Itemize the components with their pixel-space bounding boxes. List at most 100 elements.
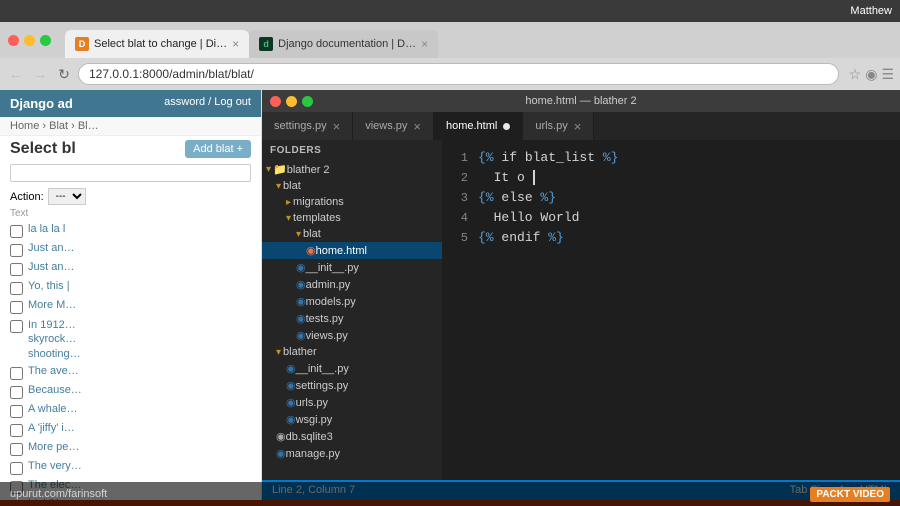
list-item-11[interactable]: More pe… xyxy=(0,439,261,458)
editor-tab-settings-close[interactable]: × xyxy=(333,120,341,133)
filetree-label-admin: admin.py xyxy=(306,279,351,291)
list-item-6[interactable]: In 1912…skyrock…shooting… xyxy=(0,316,261,363)
forward-button[interactable]: → xyxy=(30,64,50,84)
menu-bar: Matthew xyxy=(0,0,900,22)
breadcrumb-text: Home › Blat › Bl… xyxy=(10,120,99,132)
address-bar[interactable]: 127.0.0.1:8000/admin/blat/blat/ xyxy=(78,63,839,85)
list-item-link-5[interactable]: More M… xyxy=(28,299,76,311)
filetree-blather2[interactable]: ▾ 📁 blather 2 xyxy=(262,161,442,178)
filetree-templates[interactable]: ▾ templates xyxy=(262,210,442,226)
menu-icon[interactable]: ☰ xyxy=(881,66,894,83)
list-item-4[interactable]: Yo, this | xyxy=(0,278,261,297)
list-item-9[interactable]: A whale… xyxy=(0,401,261,420)
bookmark-icon[interactable]: ☆ xyxy=(849,66,862,83)
list-item-checkbox-5[interactable] xyxy=(10,301,23,314)
editor-tab-urls[interactable]: urls.py × xyxy=(523,112,594,140)
filetree-label-tests: tests.py xyxy=(306,313,344,325)
list-item-checkbox-3[interactable] xyxy=(10,263,23,276)
filetree-sqlite[interactable]: ◉ db.sqlite3 xyxy=(262,428,442,445)
list-item-link-11[interactable]: More pe… xyxy=(28,441,79,453)
add-blat-button[interactable]: Add blat + xyxy=(185,140,251,158)
list-item-10[interactable]: A 'jiffy' i… xyxy=(0,420,261,439)
search-input[interactable] xyxy=(10,164,251,182)
editor-tabs: settings.py × views.py × home.html urls.… xyxy=(262,112,900,140)
line-num-4: 4 xyxy=(442,208,478,228)
code-editor[interactable]: 1 {% if blat_list %} 2 It o 3 {% else %} xyxy=(442,140,900,480)
list-item-link-6[interactable]: In 1912…skyrock…shooting… xyxy=(28,318,81,361)
list-item-link-1[interactable]: la la la l xyxy=(28,223,65,235)
list-item-8[interactable]: Because… xyxy=(0,382,261,401)
list-item-link-9[interactable]: A whale… xyxy=(28,403,78,415)
django-user-links: assword / Log out xyxy=(164,96,251,108)
list-item-2[interactable]: Just an… xyxy=(0,240,261,259)
filetree-arrow-blat-folder: ▾ xyxy=(296,229,301,240)
list-item-1[interactable]: la la la l xyxy=(0,221,261,240)
filetree-blat[interactable]: ▾ blat xyxy=(262,178,442,194)
editor-tab-views[interactable]: views.py × xyxy=(353,112,434,140)
filetree-label-manage: manage.py xyxy=(286,448,340,460)
editor-close-button[interactable] xyxy=(270,96,281,107)
filetree-tests[interactable]: ◉ tests.py xyxy=(262,310,442,327)
filetree-admin[interactable]: ◉ admin.py xyxy=(262,276,442,293)
line-num-2: 2 xyxy=(442,168,478,188)
list-item-checkbox-12[interactable] xyxy=(10,462,23,475)
filetree-urls[interactable]: ◉ urls.py xyxy=(262,394,442,411)
filetree-init-blather[interactable]: ◉ __init__.py xyxy=(262,360,442,377)
browser-tab-2[interactable]: d Django documentation | D… × xyxy=(249,30,438,58)
filetree-home-html[interactable]: ◉ home.html xyxy=(262,242,442,259)
list-item-checkbox-9[interactable] xyxy=(10,405,23,418)
close-button[interactable] xyxy=(8,35,19,46)
filetree-views-blat[interactable]: ◉ views.py xyxy=(262,327,442,344)
editor-tab-urls-close[interactable]: × xyxy=(574,120,582,133)
editor-maximize-button[interactable] xyxy=(302,96,313,107)
type-label: Text xyxy=(0,208,261,219)
desktop: Matthew D Select blat to change | Di… × … xyxy=(0,0,900,506)
action-select[interactable]: --- xyxy=(48,188,86,205)
list-item-12[interactable]: The very… xyxy=(0,458,261,477)
filetree-label-init-blather: __init__.py xyxy=(296,363,349,375)
security-icon[interactable]: ◉ xyxy=(865,66,877,83)
list-item-checkbox-2[interactable] xyxy=(10,244,23,257)
filetree-blat-folder[interactable]: ▾ blat xyxy=(262,226,442,242)
list-item-link-12[interactable]: The very… xyxy=(28,460,82,472)
list-item-5[interactable]: More M… xyxy=(0,297,261,316)
filetree-models[interactable]: ◉ models.py xyxy=(262,293,442,310)
list-item-checkbox-7[interactable] xyxy=(10,367,23,380)
list-item-checkbox-11[interactable] xyxy=(10,443,23,456)
list-item-link-8[interactable]: Because… xyxy=(28,384,82,396)
filetree-label-blat-folder: blat xyxy=(303,228,321,240)
filetree-manage[interactable]: ◉ manage.py xyxy=(262,445,442,462)
tab-close-1[interactable]: × xyxy=(232,37,239,51)
editor-tab-home-modified xyxy=(503,123,510,130)
maximize-button[interactable] xyxy=(40,35,51,46)
list-item-checkbox-6[interactable] xyxy=(10,320,23,333)
filetree-wsgi[interactable]: ◉ wsgi.py xyxy=(262,411,442,428)
back-button[interactable]: ← xyxy=(6,64,26,84)
filetree-migrations[interactable]: ▸ migrations xyxy=(262,194,442,210)
action-label: Action: xyxy=(10,191,44,203)
list-item-7[interactable]: The ave… xyxy=(0,363,261,382)
filetree-label-settings: settings.py xyxy=(296,380,349,392)
filetree-blather[interactable]: ▾ blather xyxy=(262,344,442,360)
list-item-checkbox-8[interactable] xyxy=(10,386,23,399)
editor-tab-home[interactable]: home.html xyxy=(434,112,523,140)
list-item-3[interactable]: Just an… xyxy=(0,259,261,278)
list-item-link-4[interactable]: Yo, this | xyxy=(28,280,70,292)
browser-tab-1[interactable]: D Select blat to change | Di… × xyxy=(65,30,249,58)
list-item-link-10[interactable]: A 'jiffy' i… xyxy=(28,422,75,434)
editor-tab-views-close[interactable]: × xyxy=(413,120,421,133)
tab-close-2[interactable]: × xyxy=(421,37,428,51)
filetree-init-blat[interactable]: ◉ __init__.py xyxy=(262,259,442,276)
list-item-checkbox-10[interactable] xyxy=(10,424,23,437)
editor-minimize-button[interactable] xyxy=(286,96,297,107)
list-item-checkbox-1[interactable] xyxy=(10,225,23,238)
list-item-link-2[interactable]: Just an… xyxy=(28,242,74,254)
list-item-link-3[interactable]: Just an… xyxy=(28,261,74,273)
minimize-button[interactable] xyxy=(24,35,35,46)
filetree-icon-init-blather: ◉ xyxy=(286,362,296,375)
editor-tab-settings[interactable]: settings.py × xyxy=(262,112,353,140)
refresh-button[interactable]: ↻ xyxy=(54,64,74,84)
list-item-link-7[interactable]: The ave… xyxy=(28,365,79,377)
list-item-checkbox-4[interactable] xyxy=(10,282,23,295)
filetree-settings[interactable]: ◉ settings.py xyxy=(262,377,442,394)
